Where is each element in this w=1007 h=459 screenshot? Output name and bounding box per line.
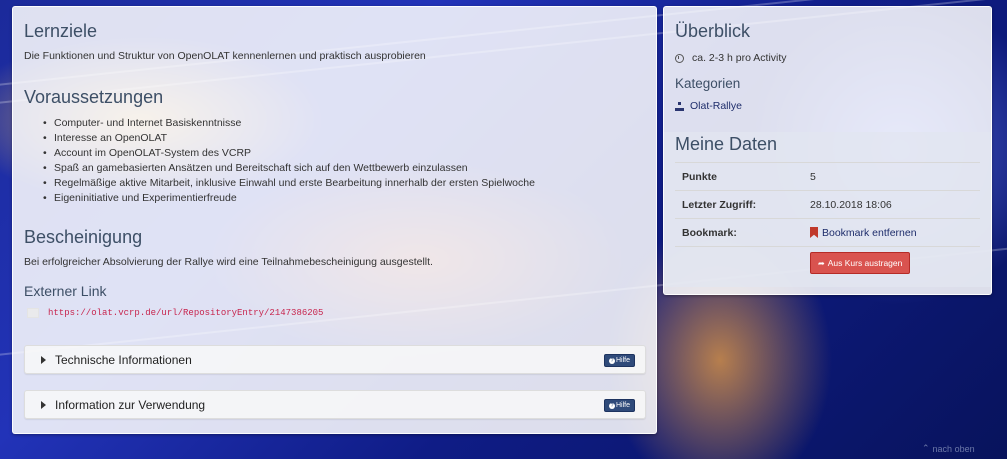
help-button[interactable]: ? Hilfe (603, 354, 635, 367)
caret-right-icon (41, 400, 46, 409)
list-item: Account im OpenOLAT-System des VCRP (43, 146, 645, 161)
help-button[interactable]: ? Hilfe (603, 399, 635, 412)
clock-icon (675, 53, 684, 63)
list-item: Eigeninitiative und Experimentierfreude (43, 191, 645, 206)
table-row: ➦ Aus Kurs austragen (675, 246, 980, 275)
bookmark-icon (810, 227, 818, 238)
back-to-top-link[interactable]: ⌃ nach oben (922, 443, 975, 454)
collapsible-label: Technische Informationen (55, 352, 192, 367)
chevron-up-icon: ⌃ (922, 443, 930, 453)
kategorien-heading: Kategorien (675, 76, 741, 91)
table-row: Letzter Zugriff: 28.10.2018 18:06 (675, 190, 980, 219)
externer-link-heading: Externer Link (24, 283, 107, 299)
question-icon: ? (608, 357, 615, 364)
help-label: Hilfe (615, 357, 630, 364)
sign-out-icon: ➦ (818, 258, 825, 268)
meine-daten-section: Meine Daten Punkte 5 Letzter Zugriff: 28… (664, 132, 991, 287)
meine-daten-table: Punkte 5 Letzter Zugriff: 28.10.2018 18:… (675, 162, 980, 275)
lernziele-heading: Lernziele (24, 21, 98, 41)
duration-text: ca. 2-3 h pro Activity (692, 52, 787, 64)
list-item: Regelmäßige aktive Mitarbeit, inklusive … (43, 176, 645, 191)
category-label: Olat-Rallye (690, 100, 742, 112)
back-to-top-label: nach oben (932, 443, 975, 454)
table-row: Bookmark: Bookmark entfernen (675, 218, 980, 247)
course-info-panel: Lernziele Die Funktionen und Struktur vo… (12, 6, 657, 434)
row-value: Bookmark entfernen (803, 218, 980, 247)
list-item: Computer- und Internet Basiskenntnisse (43, 116, 645, 131)
row-key-empty (675, 246, 803, 275)
row-key: Letzter Zugriff: (675, 190, 803, 219)
row-key: Bookmark: (675, 218, 803, 247)
list-item: Spaß an gamebasierten Ansätzen und Berei… (43, 161, 645, 176)
bescheinigung-text: Bei erfolgreicher Absolvierung der Rally… (24, 256, 433, 268)
voraussetzungen-heading: Voraussetzungen (24, 87, 164, 107)
leave-course-button[interactable]: ➦ Aus Kurs austragen (810, 252, 911, 275)
table-row: Punkte 5 (675, 162, 980, 191)
list-item: Interesse an OpenOLAT (43, 131, 645, 146)
category-link[interactable]: Olat-Rallye (675, 100, 980, 112)
collapsible-technische-informationen[interactable]: Technische Informationen ? Hilfe (24, 345, 646, 374)
caret-right-icon (41, 355, 46, 364)
bescheinigung-heading: Bescheinigung (24, 227, 143, 247)
help-label: Hilfe (615, 402, 630, 409)
leave-course-label: Aus Kurs austragen (827, 258, 903, 269)
duration-row: ca. 2-3 h pro Activity (675, 52, 980, 64)
row-value: 5 (803, 162, 980, 191)
ueberblick-heading: Überblick (675, 21, 751, 41)
overview-panel: Überblick ca. 2-3 h pro Activity Kategor… (663, 6, 992, 295)
question-icon: ? (608, 402, 615, 409)
collapsible-information-zur-verwendung[interactable]: Information zur Verwendung ? Hilfe (24, 390, 646, 419)
sitemap-icon (675, 101, 685, 111)
external-link-row: https://olat.vcrp.de/url/RepositoryEntry… (24, 308, 645, 318)
meine-daten-heading: Meine Daten (675, 134, 778, 154)
row-value: ➦ Aus Kurs austragen (803, 246, 980, 275)
bookmark-label: Bookmark entfernen (822, 226, 917, 239)
lernziele-text: Die Funktionen und Struktur von OpenOLAT… (24, 50, 426, 62)
external-link-url[interactable]: https://olat.vcrp.de/url/RepositoryEntry… (48, 308, 323, 318)
requirements-list: Computer- und Internet Basiskenntnisse I… (43, 116, 645, 206)
row-key: Punkte (675, 162, 803, 191)
collapsible-label: Information zur Verwendung (55, 397, 206, 412)
copy-box[interactable] (27, 308, 39, 318)
row-value: 28.10.2018 18:06 (803, 190, 980, 219)
bookmark-remove-link[interactable]: Bookmark entfernen (810, 227, 980, 239)
